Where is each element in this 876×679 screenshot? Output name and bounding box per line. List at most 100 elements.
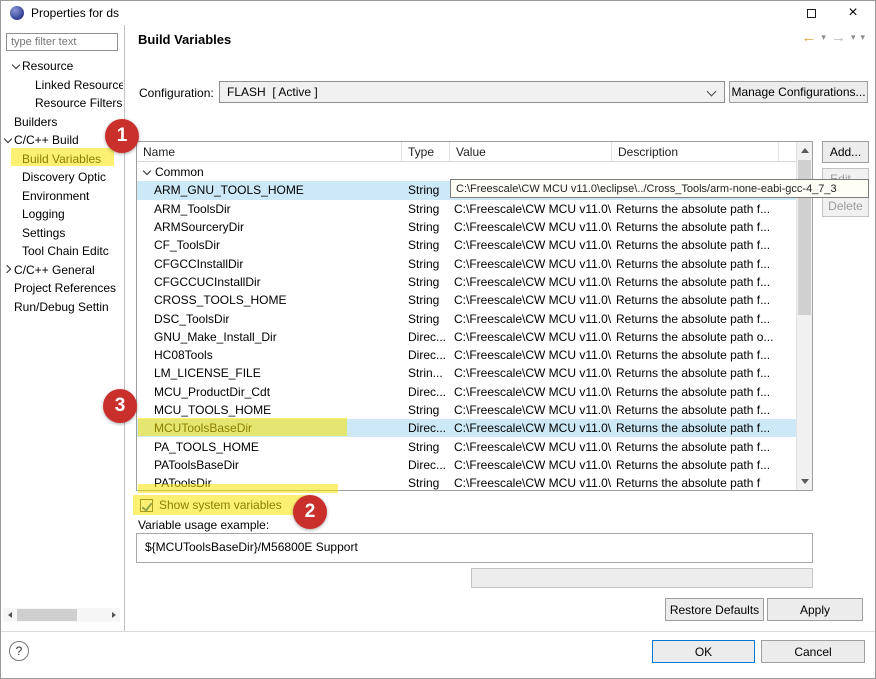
cell-value: C:\Freescale\CW MCU v11.0\...: [454, 293, 612, 308]
cell-name: CF_ToolsDir: [154, 238, 221, 253]
cell-description: Returns the absolute path f...: [616, 256, 771, 271]
table-row-cfgccucinstalldir[interactable]: CFGCCUCInstallDir String C:\Freescale\CW M…: [137, 273, 796, 291]
configuration-value: FLASH [ Active ]: [227, 85, 318, 99]
cell-type: String: [408, 439, 440, 454]
footer-divider: [1, 631, 875, 632]
sidebar-item-environment[interactable]: Environment: [1, 187, 123, 206]
sidebar-item-run-debug-settin[interactable]: Run/Debug Settin: [1, 298, 123, 317]
sidebar-item-discovery-optic[interactable]: Discovery Optic: [1, 168, 123, 187]
cell-description: Returns the absolute path f...: [616, 293, 771, 308]
cell-description: Returns the absolute path f...: [616, 457, 771, 472]
apply-button[interactable]: Apply: [767, 598, 863, 621]
scroll-left-icon[interactable]: [3, 608, 16, 622]
column-header-type[interactable]: Type: [402, 142, 450, 161]
titlebar: Properties for ds ×: [1, 1, 875, 25]
cell-value: C:\Freescale\CW MCU v11.0\...: [454, 256, 612, 271]
value-tooltip: C:\Freescale\CW MCU v11.0\eclipse\../Cro…: [450, 179, 869, 198]
scroll-down-icon[interactable]: [797, 473, 812, 490]
cell-type: String: [408, 293, 440, 308]
back-dropdown-icon[interactable]: ▾: [821, 32, 826, 43]
cell-value: C:\Freescale\CW MCU v11.0\...: [454, 274, 612, 289]
cell-value: C:\Freescale\CW MCU v11.0\...: [454, 238, 612, 253]
sidebar-item-label: Resource: [22, 59, 74, 74]
table-row-patoolsdir[interactable]: PAToolsDir String C:\Freescale\CW MCU v11.…: [137, 474, 796, 490]
chevron-down-icon[interactable]: [11, 61, 22, 72]
sidebar-item-builders[interactable]: Builders: [1, 113, 123, 132]
sidebar-item-logging[interactable]: Logging: [1, 205, 123, 224]
manage-configurations-button[interactable]: Manage Configurations...: [729, 81, 868, 103]
column-header-description[interactable]: Description: [612, 142, 779, 161]
column-header-value[interactable]: Value: [450, 142, 612, 161]
table-row-patoolsbasedir[interactable]: PAToolsBaseDir Direc... C:\Freescale\CW MC…: [137, 456, 796, 474]
cell-description: Returns the absolute path f...: [616, 220, 771, 235]
forward-arrow-icon[interactable]: →: [831, 29, 846, 46]
column-header-name[interactable]: Name: [137, 142, 402, 161]
cell-name: LM_LICENSE_FILE: [154, 366, 261, 381]
maximize-button[interactable]: [789, 1, 833, 25]
cell-type: String: [408, 311, 440, 326]
cell-name: DSC_ToolsDir: [154, 311, 230, 326]
sidebar-item-build-variables[interactable]: Build Variables: [1, 150, 123, 169]
cell-description: Returns the absolute path f...: [616, 201, 771, 216]
table-row-lm-license-file[interactable]: LM_LICENSE_FILE Strin... C:\Freescale\CW M…: [137, 364, 796, 382]
sidebar-item-settings[interactable]: Settings: [1, 224, 123, 243]
cell-type: String: [408, 476, 440, 490]
scroll-right-icon[interactable]: [107, 608, 120, 622]
close-button[interactable]: ×: [831, 1, 875, 25]
chevron-down-icon[interactable]: [3, 135, 14, 146]
cell-type: String: [408, 256, 440, 271]
cell-name: PA_TOOLS_HOME: [154, 439, 259, 454]
filter-input[interactable]: [6, 33, 118, 51]
sidebar-item-project-references[interactable]: Project References: [1, 279, 123, 298]
cell-value: C:\Freescale\CW MCU v11.0\...: [454, 348, 612, 363]
cell-description: Returns the absolute path f...: [616, 384, 771, 399]
view-menu-icon[interactable]: ▾: [860, 32, 865, 43]
cell-description: Returns the absolute path f...: [616, 403, 771, 417]
sidebar-item-tool-chain-editc[interactable]: Tool Chain Editc: [1, 242, 123, 261]
cell-name: GNU_Make_Install_Dir: [154, 329, 277, 344]
table-row-cfgccinstalldir[interactable]: CFGCCInstallDir String C:\Freescale\CW MCU…: [137, 254, 796, 272]
restore-defaults-button[interactable]: Restore Defaults: [665, 598, 764, 621]
cell-description: Returns the absolute path f...: [616, 439, 771, 454]
scrollbar-thumb[interactable]: [17, 609, 77, 621]
ok-button[interactable]: OK: [652, 640, 755, 663]
sidebar-item-resource-filters[interactable]: Resource Filters: [1, 94, 123, 113]
table-row-cf-toolsdir[interactable]: CF_ToolsDir String C:\Freescale\CW MCU v11…: [137, 236, 796, 254]
sidebar-item-label: C/C++ Build: [14, 133, 79, 148]
table-row-mcu-productdir-cdt[interactable]: MCU_ProductDir_Cdt Direc... C:\Freescale\C…: [137, 383, 796, 401]
table-row-dsc-toolsdir[interactable]: DSC_ToolsDir String C:\Freescale\CW MCU v1…: [137, 309, 796, 327]
table-row-cross-tools-home[interactable]: CROSS_TOOLS_HOME String C:\Freescale\CW MC…: [137, 291, 796, 309]
table-row-gnu-make-install-dir[interactable]: GNU_Make_Install_Dir Direc... C:\Freescale…: [137, 328, 796, 346]
table-row-mcu-tools-home[interactable]: MCU_TOOLS_HOME String C:\Freescale\CW MCU …: [137, 401, 796, 419]
forward-dropdown-icon[interactable]: ▾: [851, 32, 856, 43]
table-row-armsourcerydir[interactable]: ARMSourceryDir String C:\Freescale\CW MCU …: [137, 218, 796, 236]
sidebar-horizontal-scrollbar[interactable]: [3, 608, 120, 622]
sidebar-item-c-c-general[interactable]: C/C++ General: [1, 261, 123, 280]
cancel-button[interactable]: Cancel: [761, 640, 865, 663]
view-navigation: ← ▾ → ▾ ▾: [801, 29, 865, 46]
cell-name: CROSS_TOOLS_HOME: [154, 293, 287, 308]
back-arrow-icon[interactable]: ←: [801, 29, 816, 46]
show-system-variables-checkbox[interactable]: [140, 499, 153, 512]
scroll-up-icon[interactable]: [797, 142, 812, 159]
table-row-mcutoolsbasedir[interactable]: MCUToolsBaseDir Direc... C:\Freescale\CW M…: [137, 419, 796, 438]
configuration-select[interactable]: FLASH [ Active ]: [219, 81, 725, 103]
chevron-down-icon[interactable]: [142, 167, 153, 178]
chevron-right-icon[interactable]: [3, 264, 14, 275]
add-button[interactable]: Add...: [822, 141, 869, 163]
table-row-arm-toolsdir[interactable]: ARM_ToolsDir String C:\Freescale\CW MCU v1…: [137, 200, 796, 218]
table-row-pa-tools-home[interactable]: PA_TOOLS_HOME String C:\Freescale\CW MCU v…: [137, 437, 796, 455]
delete-button[interactable]: Delete: [822, 195, 869, 217]
window-title: Properties for ds: [31, 6, 120, 20]
cell-description: Returns the absolute path f...: [616, 311, 771, 326]
sidebar-item-resource[interactable]: Resource: [1, 57, 123, 76]
column-header-filler: [779, 142, 796, 161]
sidebar-item-linked-resource[interactable]: Linked Resource: [1, 76, 123, 95]
table-row-hc08tools[interactable]: HC08Tools Direc... C:\Freescale\CW MCU v11…: [137, 346, 796, 364]
chevron-down-icon: [706, 86, 717, 97]
help-button[interactable]: ?: [9, 641, 29, 661]
